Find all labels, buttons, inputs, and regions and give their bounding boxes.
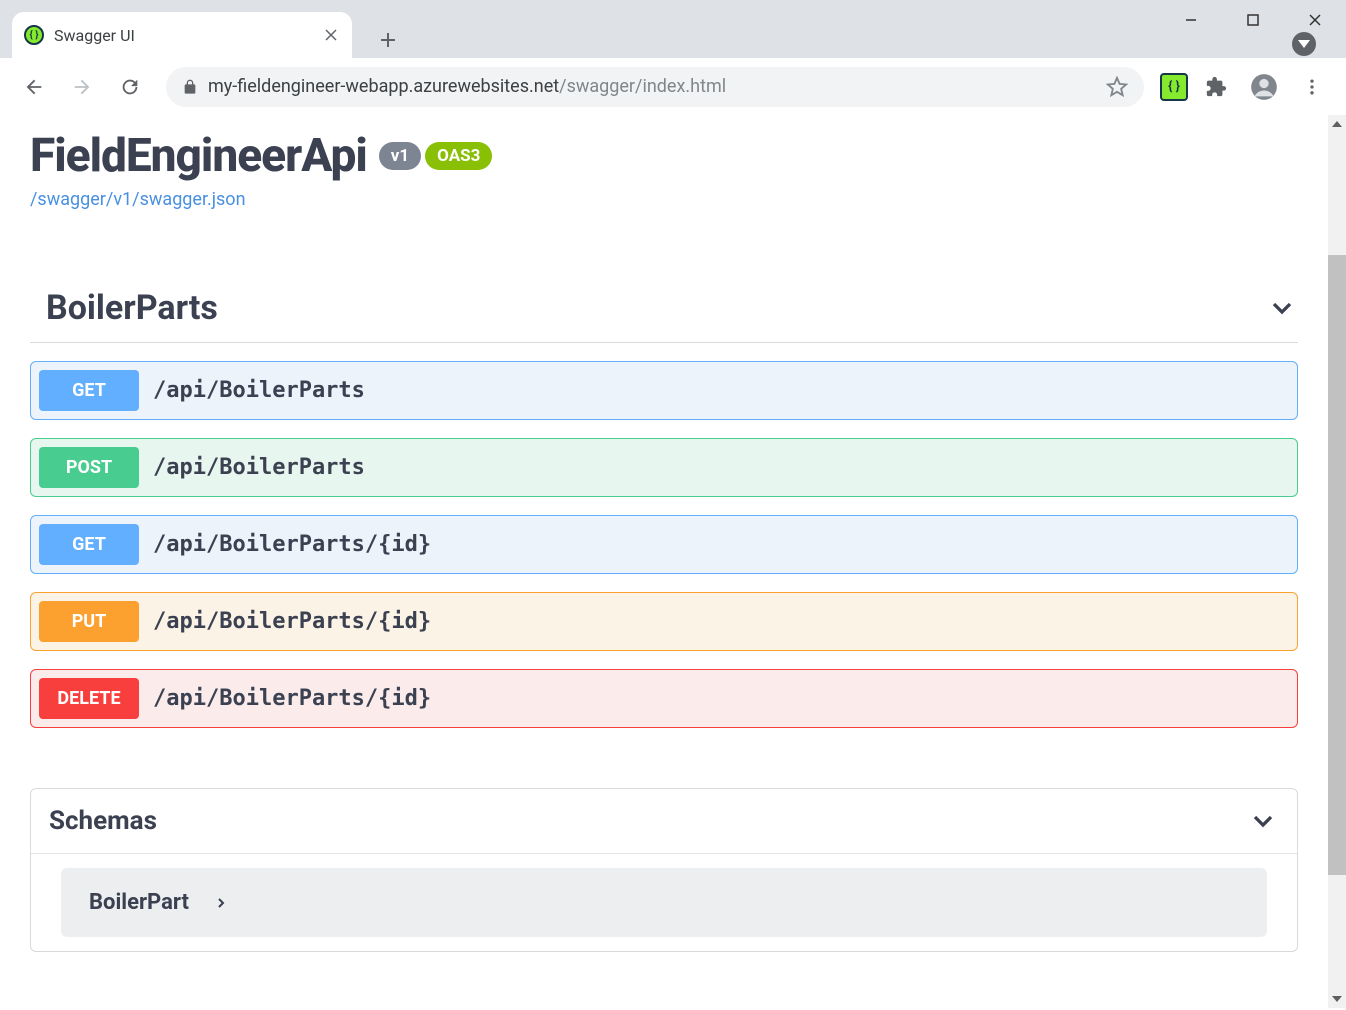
operation-path: /api/BoilerParts/{id} — [153, 609, 431, 634]
profile-avatar-icon[interactable] — [1244, 67, 1284, 107]
method-badge: PUT — [39, 601, 139, 642]
nav-reload-button[interactable] — [110, 67, 150, 107]
tag-header[interactable]: BoilerParts — [30, 288, 1298, 343]
window-minimize-button[interactable] — [1160, 0, 1222, 40]
swagger-json-link[interactable]: /swagger/v1/swagger.json — [30, 189, 1298, 210]
browser-tab[interactable]: { } Swagger UI — [12, 12, 352, 58]
operation-get-2[interactable]: GET/api/BoilerParts/{id} — [30, 515, 1298, 574]
page-viewport: FieldEngineerApi v1 OAS3 /swagger/v1/swa… — [0, 115, 1328, 1008]
method-badge: POST — [39, 447, 139, 488]
api-title: FieldEngineerApi — [30, 129, 367, 183]
scroll-up-icon[interactable] — [1328, 115, 1346, 133]
method-badge: DELETE — [39, 678, 139, 719]
extensions-icon[interactable] — [1196, 67, 1236, 107]
schema-name: BoilerPart — [89, 890, 189, 915]
schemas-section: Schemas BoilerPart — [30, 788, 1298, 952]
scroll-down-icon[interactable] — [1328, 990, 1346, 1008]
nav-forward-button[interactable] — [62, 67, 102, 107]
address-bar[interactable]: my-fieldengineer-webapp.azurewebsites.ne… — [166, 67, 1144, 107]
operation-path: /api/BoilerParts — [153, 455, 365, 480]
window-maximize-button[interactable] — [1222, 0, 1284, 40]
operation-delete-4[interactable]: DELETE/api/BoilerParts/{id} — [30, 669, 1298, 728]
operation-path: /api/BoilerParts/{id} — [153, 686, 431, 711]
operation-get-0[interactable]: GET/api/BoilerParts — [30, 361, 1298, 420]
operation-path: /api/BoilerParts/{id} — [153, 532, 431, 557]
chevron-down-icon — [1266, 292, 1298, 324]
browser-menu-button[interactable] — [1292, 67, 1332, 107]
tab-favicon-icon: { } — [24, 25, 44, 45]
method-badge: GET — [39, 524, 139, 565]
scrollbar-thumb[interactable] — [1328, 255, 1346, 875]
swagger-ext-icon[interactable]: { } — [1160, 73, 1188, 101]
new-tab-button[interactable] — [370, 22, 406, 58]
tab-title: Swagger UI — [54, 26, 312, 45]
tag-name: BoilerParts — [46, 288, 218, 328]
version-badge: v1 — [379, 142, 421, 170]
bookmark-star-icon[interactable] — [1106, 76, 1128, 98]
method-badge: GET — [39, 370, 139, 411]
operation-post-1[interactable]: POST/api/BoilerParts — [30, 438, 1298, 497]
schemas-label: Schemas — [49, 806, 157, 836]
chevron-right-icon — [213, 895, 229, 911]
chevron-down-icon — [1247, 805, 1279, 837]
tab-close-button[interactable] — [322, 26, 340, 44]
nav-back-button[interactable] — [14, 67, 54, 107]
profile-chip[interactable] — [1292, 32, 1316, 56]
window-close-button[interactable] — [1284, 0, 1346, 40]
schemas-header[interactable]: Schemas — [31, 789, 1297, 854]
scrollbar[interactable] — [1328, 115, 1346, 1008]
browser-chrome: { } Swagger UI my-fieldengineer-webapp.a… — [0, 0, 1346, 115]
api-header: FieldEngineerApi v1 OAS3 — [30, 129, 1298, 183]
operation-put-3[interactable]: PUT/api/BoilerParts/{id} — [30, 592, 1298, 651]
url-text: my-fieldengineer-webapp.azurewebsites.ne… — [208, 76, 726, 97]
operation-path: /api/BoilerParts — [153, 378, 365, 403]
schema-item[interactable]: BoilerPart — [61, 868, 1267, 937]
oas-badge: OAS3 — [425, 142, 492, 170]
lock-icon — [182, 79, 198, 95]
